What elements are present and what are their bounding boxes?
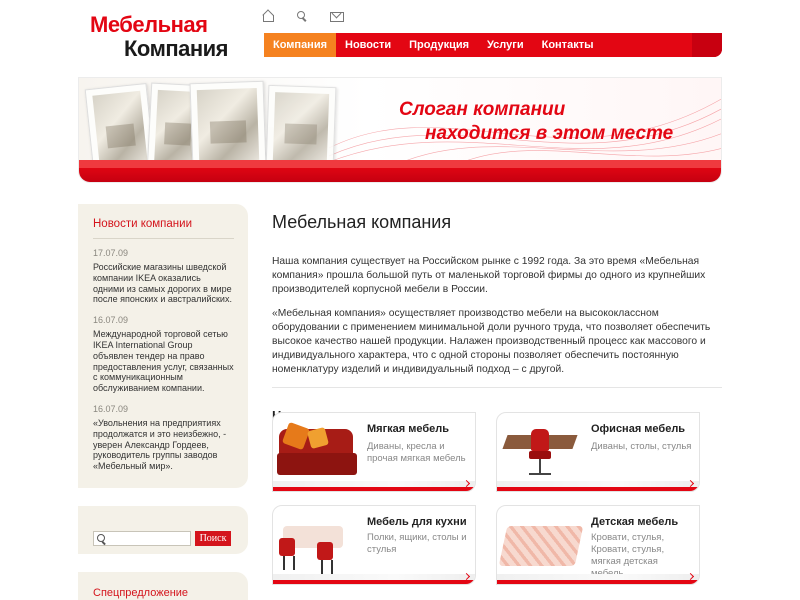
nav-item-services[interactable]: Услуги xyxy=(478,33,533,57)
nav-item-news[interactable]: Новости xyxy=(336,33,400,57)
search-box xyxy=(93,530,191,546)
banner-photo xyxy=(189,80,267,170)
logo-line2: Компания xyxy=(124,36,229,61)
slogan-line1: Слоган компании xyxy=(399,99,566,120)
intro-paragraph: «Мебельная компания» осуществляет произв… xyxy=(272,308,711,375)
news-date: 16.07.09 xyxy=(93,315,129,326)
nav-item-label: Контакты xyxy=(541,39,594,51)
nav-item-products[interactable]: Продукция xyxy=(400,33,478,57)
product-card-office[interactable]: Офисная мебель Диваны, столы, стулья xyxy=(496,412,700,492)
product-card-kitchen[interactable]: Мебель для кухни Полки, ящики, столы и с… xyxy=(272,505,476,585)
banner-photo xyxy=(265,84,337,170)
product-card-soft[interactable]: Мягкая мебель Диваны, кресла и прочая мя… xyxy=(272,412,476,492)
news-item: 16.07.09 «Увольнения на предприятиях про… xyxy=(93,404,234,472)
kitchen-image xyxy=(277,512,357,574)
product-desc: Диваны, кресла и прочая мягкая мебель xyxy=(367,441,466,464)
nav-item-label: Компания xyxy=(273,39,328,51)
main-nav: Компания Новости Продукция Услуги Контак… xyxy=(264,33,722,57)
news-date: 16.07.09 xyxy=(93,403,129,414)
news-item: 17.07.09 Российские магазины шведской ко… xyxy=(93,248,234,305)
news-text[interactable]: Международной торговой сетью IKEA Intern… xyxy=(93,329,234,394)
search-button[interactable]: Поиск xyxy=(195,530,231,546)
top-icons xyxy=(262,10,344,24)
nav-item-company[interactable]: Компания xyxy=(264,33,337,57)
product-title: Мебель для кухни xyxy=(367,516,467,528)
product-desc: Полки, ящики, столы и стулья xyxy=(367,532,467,555)
mail-icon[interactable] xyxy=(330,10,344,22)
logo[interactable]: Мебельная Компания xyxy=(90,12,230,61)
product-desc: Кровати, стулья, Кровати, стулья, мягкая… xyxy=(591,532,665,579)
banner-red-band xyxy=(79,160,721,182)
product-title: Офисная мебель xyxy=(591,423,686,435)
hero-banner: Слоган компании находится в этом месте xyxy=(78,77,722,183)
news-text[interactable]: «Увольнения на предприятиях продолжатся … xyxy=(93,418,234,472)
product-title: Мягкая мебель xyxy=(367,423,450,435)
kids-bed-image xyxy=(498,512,584,572)
page-title: Мебельная компания xyxy=(272,212,452,232)
product-desc: Диваны, столы, стулья xyxy=(591,441,692,452)
sofa-image xyxy=(277,419,357,479)
slogan-line2: находится в этом месте xyxy=(425,123,674,144)
home-icon[interactable] xyxy=(262,10,274,22)
divider xyxy=(272,387,722,388)
banner-slogan: Слоган компании находится в этом месте xyxy=(399,98,673,146)
card-bar xyxy=(497,574,699,584)
card-bar xyxy=(273,481,475,491)
office-chair-image xyxy=(501,419,581,479)
search-icon[interactable] xyxy=(296,10,308,22)
sidebar-special: Спецпредложение xyxy=(78,572,248,600)
nav-item-label: Новости xyxy=(345,39,392,51)
special-title[interactable]: Спецпредложение xyxy=(93,587,248,599)
divider xyxy=(93,238,234,239)
news-text[interactable]: Российские магазины шведской компании IK… xyxy=(93,262,234,305)
sidebar-search: Поиск xyxy=(78,506,248,554)
main-content: Мебельная компания Наша компания существ… xyxy=(272,212,722,423)
product-title: Детская мебель xyxy=(591,516,679,528)
nav-item-contacts[interactable]: Контакты xyxy=(533,33,603,57)
logo-line1: Мебельная xyxy=(90,12,208,37)
sidebar-news: Новости компании 17.07.09 Российские маг… xyxy=(78,204,248,488)
intro-paragraph: Наша компания существует на Российском р… xyxy=(272,256,706,295)
search-input[interactable] xyxy=(108,531,190,545)
news-item: 16.07.09 Международной торговой сетью IK… xyxy=(93,315,234,394)
news-title[interactable]: Новости компании xyxy=(93,218,234,230)
nav-item-label: Продукция xyxy=(409,39,470,51)
search-icon xyxy=(96,533,107,544)
news-date: 17.07.09 xyxy=(93,248,129,258)
card-bar xyxy=(497,481,699,491)
product-card-kids[interactable]: Детская мебель Кровати, стулья, Кровати,… xyxy=(496,505,700,585)
nav-item-label: Услуги xyxy=(487,39,524,51)
card-bar xyxy=(273,574,475,584)
